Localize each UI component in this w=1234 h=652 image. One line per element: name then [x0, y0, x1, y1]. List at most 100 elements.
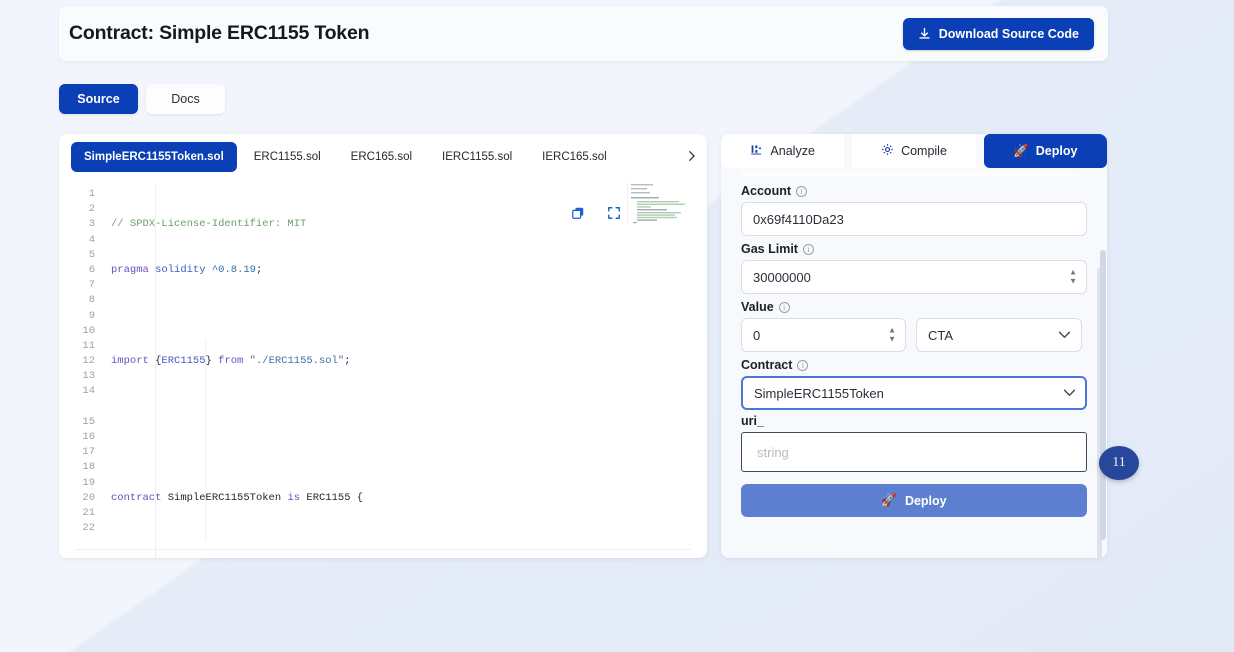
panel-tab-bar: Analyze Compile 🚀 Deploy: [721, 134, 1107, 168]
line-number: 4: [88, 233, 95, 246]
info-icon[interactable]: i: [796, 185, 807, 197]
panel-scroll-top-strip: [741, 170, 1079, 176]
tab-analyze-label: Analyze: [770, 144, 815, 158]
gear-icon: [881, 143, 894, 159]
editor-action-icons: [571, 206, 621, 220]
gas-limit-field: ▲▼: [741, 260, 1087, 294]
info-icon[interactable]: i: [778, 301, 790, 313]
file-tab-erc165[interactable]: ERC165.sol: [338, 142, 425, 172]
app-root: Contract: Simple ERC1155 Token Download …: [0, 0, 1234, 652]
file-tab-erc1155[interactable]: ERC1155.sol: [241, 142, 334, 172]
download-button-label: Download Source Code: [938, 26, 1079, 41]
line-number: 2: [88, 203, 95, 216]
tab-deploy[interactable]: 🚀 Deploy: [983, 134, 1107, 168]
deploy-button-label: Deploy: [904, 493, 947, 508]
download-icon: [918, 27, 931, 40]
file-tab-simpleerc1155token[interactable]: SimpleERC1155Token.sol: [71, 142, 237, 172]
line-number: 8: [88, 294, 95, 307]
account-input[interactable]: [741, 202, 1087, 236]
gas-limit-label: Gas Limit i: [741, 242, 1087, 256]
line-number: 18: [82, 461, 95, 474]
uri-field-focus-ring: [741, 432, 1087, 472]
page-title: Contract: Simple ERC1155 Token: [69, 22, 370, 44]
deploy-form: Account i Gas Limit i ▲▼ Value i ▲▼: [721, 168, 1107, 558]
tab-compile[interactable]: Compile: [852, 134, 976, 168]
code-content: // SPDX-License-Identifier: MIT pragma s…: [111, 187, 707, 558]
code-editor[interactable]: 1 2 3 4 5 6 7 8 9 10 11 12 13 14 15 16 1…: [59, 180, 707, 558]
tab-deploy-label: Deploy: [1035, 144, 1078, 158]
account-label: Account i: [741, 184, 1087, 198]
expand-icon[interactable]: [607, 206, 621, 220]
uri-label: uri_: [741, 414, 1087, 428]
file-tab-bar: SimpleERC1155Token.sol ERC1155.sol ERC16…: [59, 134, 707, 180]
step-badge: 11: [1099, 446, 1139, 480]
contract-label: Contract i: [741, 358, 1087, 372]
line-number: 12: [82, 355, 95, 368]
line-number: 16: [82, 431, 95, 444]
line-number: 5: [88, 248, 95, 261]
source-code-card: SimpleERC1155Token.sol ERC1155.sol ERC16…: [59, 134, 707, 558]
line-number: 9: [88, 309, 95, 322]
file-tab-ierc165[interactable]: IERC165.sol: [529, 142, 620, 172]
line-number: 10: [82, 324, 95, 337]
gas-limit-label-text: Gas Limit: [741, 242, 798, 256]
line-number: 13: [82, 370, 95, 383]
currency-field: CTA: [916, 318, 1082, 352]
line-number: 11: [82, 339, 95, 352]
value-label-text: Value: [741, 300, 774, 314]
page-scrollbar[interactable]: [1100, 250, 1106, 540]
tab-compile-label: Compile: [901, 144, 947, 158]
code-line: pragma solidity ^0.8.19;: [111, 264, 263, 276]
line-number: 19: [82, 476, 95, 489]
tab-analyze[interactable]: Analyze: [721, 134, 845, 168]
file-tab-ierc1155[interactable]: IERC1155.sol: [429, 142, 525, 172]
line-number: 17: [82, 446, 95, 459]
top-tabs: Source Docs: [59, 84, 225, 114]
contract-label-text: Contract: [741, 358, 793, 372]
line-number: 21: [82, 506, 95, 519]
deploy-button[interactable]: 🚀 Deploy: [741, 484, 1087, 517]
currency-select[interactable]: CTA: [916, 318, 1082, 352]
tab-gap: [844, 134, 853, 168]
line-number: 6: [88, 263, 95, 276]
rocket-icon: 🚀: [1013, 143, 1029, 158]
tab-source[interactable]: Source: [59, 84, 138, 114]
gas-limit-stepper[interactable]: ▲ ▼: [1069, 268, 1077, 285]
download-source-code-button[interactable]: Download Source Code: [902, 17, 1094, 50]
value-label: Value i: [741, 300, 1087, 314]
value-row: ▲▼ CTA: [741, 318, 1087, 352]
line-number: 1: [88, 188, 95, 200]
value-field: ▲▼: [741, 318, 906, 352]
contract-field: SimpleERC1155Token: [741, 376, 1087, 410]
info-icon[interactable]: i: [802, 243, 814, 255]
value-input[interactable]: [741, 318, 906, 352]
line-number: 15: [82, 415, 95, 428]
analyze-icon: [750, 143, 763, 159]
info-icon[interactable]: i: [797, 359, 809, 371]
uri-label-text: uri_: [741, 414, 764, 428]
gas-limit-input[interactable]: [741, 260, 1087, 294]
rocket-icon: 🚀: [881, 493, 897, 507]
line-number: 20: [82, 491, 95, 504]
code-line: contract SimpleERC1155Token is ERC1155 {: [111, 491, 364, 504]
line-number: 22: [82, 522, 95, 535]
chevron-right-icon[interactable]: [681, 143, 701, 169]
value-stepper[interactable]: ▲ ▼: [888, 326, 896, 343]
tab-docs[interactable]: Docs: [146, 84, 225, 114]
line-number: 7: [88, 279, 95, 292]
account-label-text: Account: [741, 184, 791, 198]
editor-bottom-divider: [75, 549, 691, 550]
code-line: import {ERC1155} from "./ERC1155.sol";: [111, 355, 351, 368]
tab-gap: [975, 134, 984, 168]
header-card: Contract: Simple ERC1155 Token Download …: [59, 6, 1108, 61]
line-number: 3: [88, 218, 95, 231]
line-number-gutter: 1 2 3 4 5 6 7 8 9 10 11 12 13 14 15 16 1…: [59, 187, 103, 536]
contract-select[interactable]: SimpleERC1155Token: [741, 376, 1087, 410]
uri-input[interactable]: [746, 437, 1082, 467]
deploy-panel-card: Analyze Compile 🚀 Deploy Account i 0x69f…: [721, 134, 1107, 558]
line-number: 14: [82, 385, 95, 398]
copy-icon[interactable]: [571, 206, 585, 220]
